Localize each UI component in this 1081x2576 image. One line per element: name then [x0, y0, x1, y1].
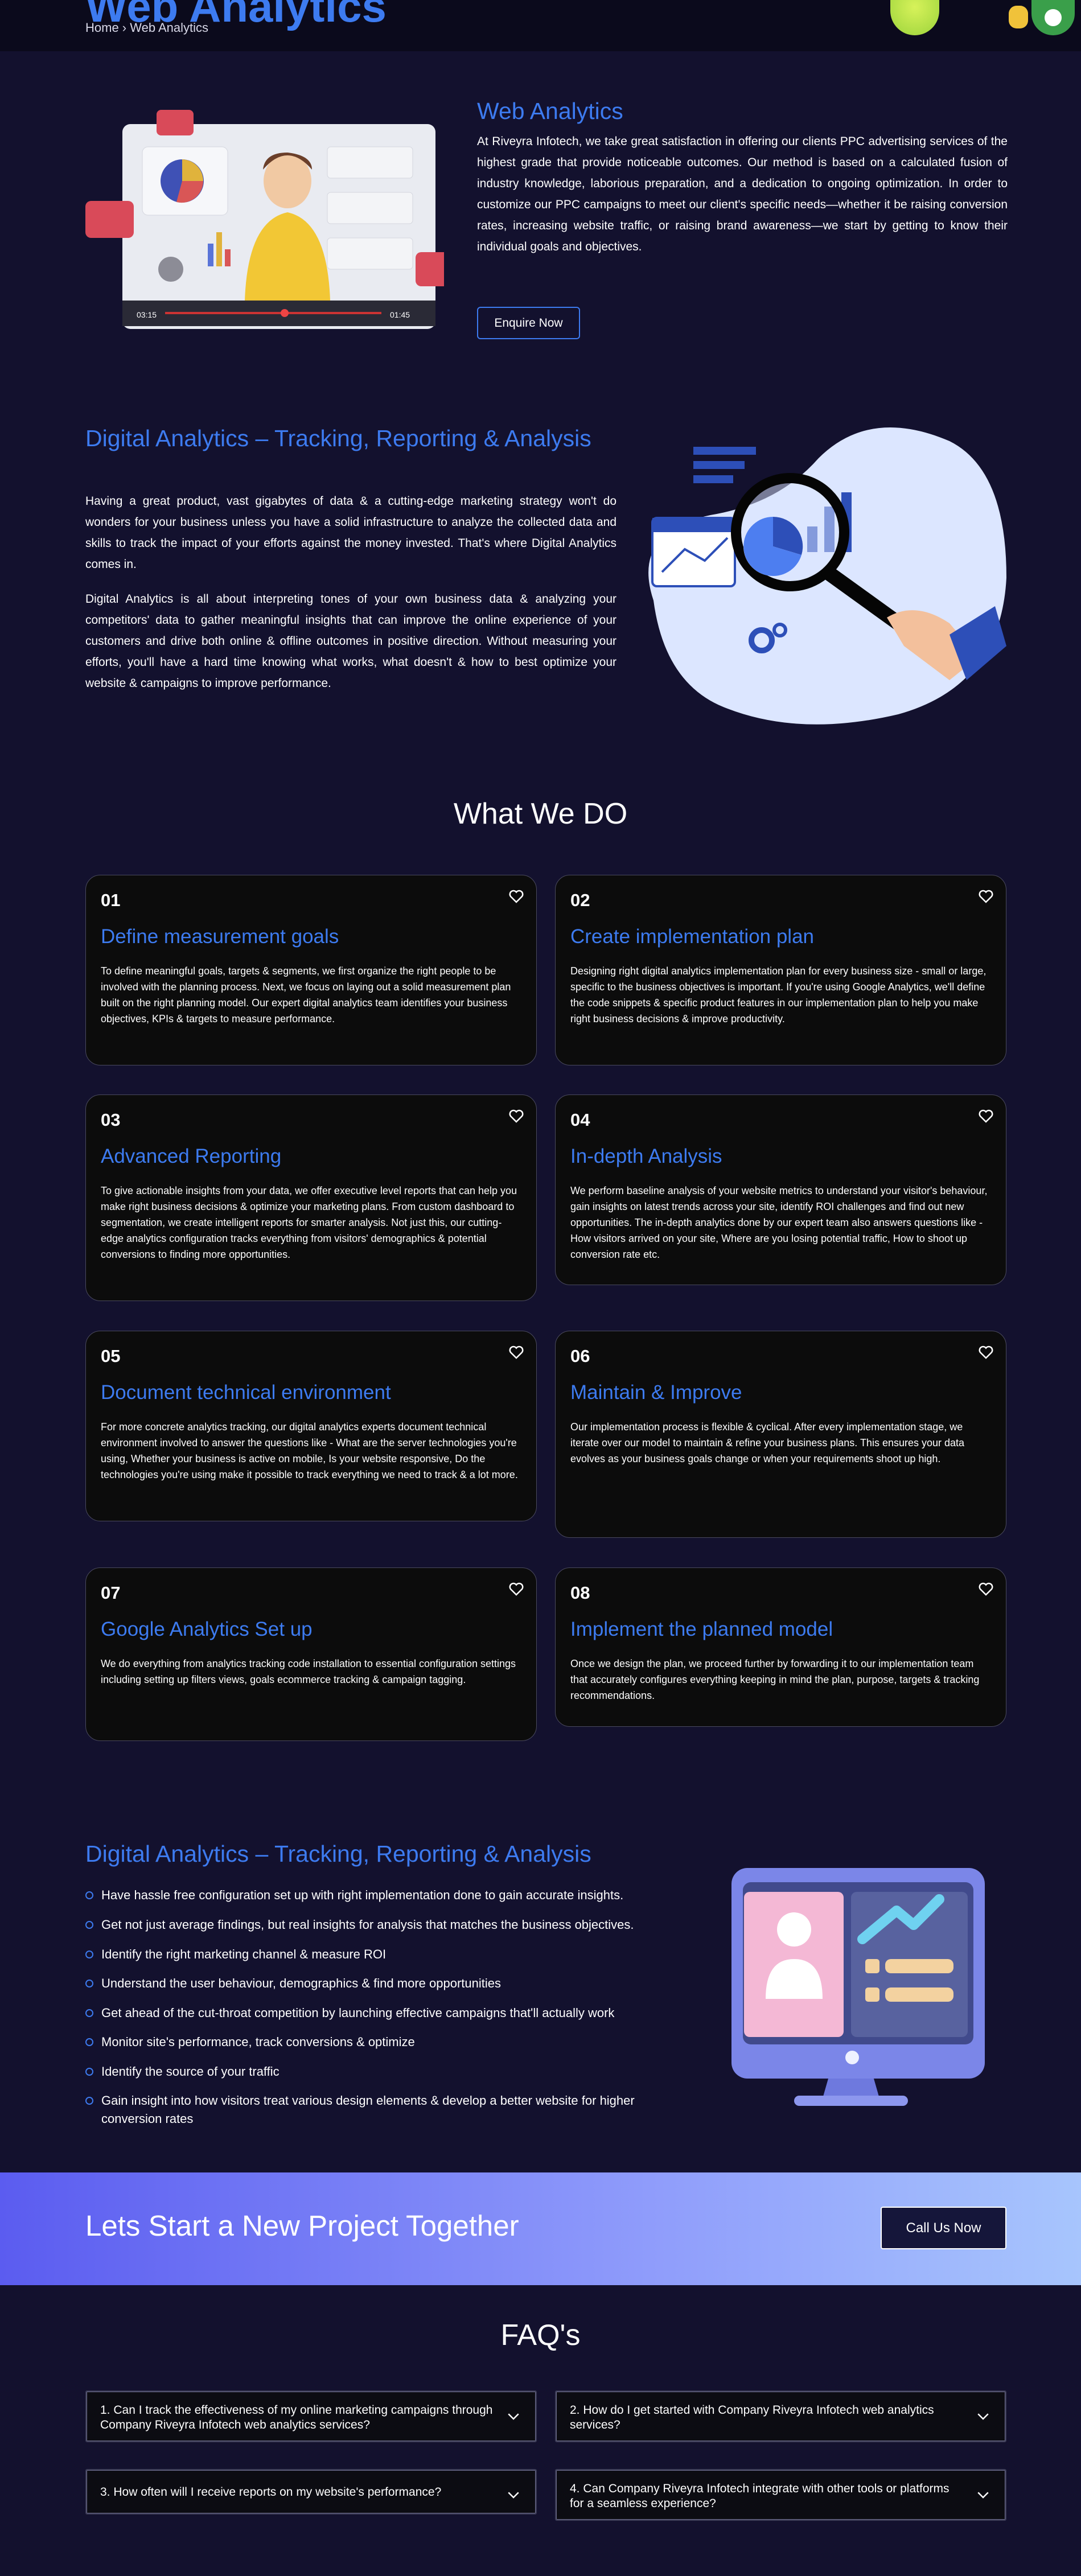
card-number: 05 [101, 1346, 121, 1366]
tracking-para-2: Digital Analytics is all about interpret… [85, 592, 616, 690]
heart-icon[interactable] [508, 888, 525, 905]
service-card: 06 Maintain & Improve Our implementation… [555, 1331, 1006, 1538]
service-card: 05 Document technical environment For mo… [85, 1331, 537, 1521]
heart-icon[interactable] [977, 888, 994, 905]
faq-question: 1. Can I track the effectiveness of my o… [100, 2404, 493, 2431]
card-number: 08 [570, 1583, 590, 1603]
service-card: 08 Implement the planned model Once we d… [555, 1567, 1006, 1727]
bullet-circle-icon [85, 2009, 93, 2017]
intro-heading: Web Analytics [477, 98, 623, 124]
faq-item[interactable]: 3. How often will I receive reports on m… [85, 2469, 537, 2515]
cta-title: Lets Start a New Project Together [85, 2209, 519, 2242]
heart-icon[interactable] [977, 1581, 994, 1598]
bullet-circle-icon [85, 2097, 93, 2105]
bullet-circle-icon [85, 1950, 93, 1958]
card-number: 01 [101, 890, 121, 910]
service-card: 02 Create implementation plan Designing … [555, 875, 1006, 1065]
what-we-do-title: What We DO [453, 797, 628, 830]
heart-icon[interactable] [508, 1344, 525, 1361]
heart-icon[interactable] [977, 1344, 994, 1361]
benefit-item: Get not just average findings, but real … [85, 1916, 689, 1934]
faq-question: 4. Can Company Riveyra Infotech integrat… [570, 2482, 950, 2510]
card-text: Our implementation process is flexible &… [570, 1421, 965, 1464]
card-title: Google Analytics Set up [101, 1618, 313, 1640]
call-us-now-button[interactable]: Call Us Now [881, 2207, 1006, 2249]
video-time-start: 03:15 [137, 310, 157, 319]
enquire-now-button[interactable]: Enquire Now [477, 307, 580, 339]
magnifier-analytics-illustration [648, 427, 1006, 725]
benefits-heading: Digital Analytics – Tracking, Reporting … [85, 1841, 591, 1867]
bullet-circle-icon [85, 1921, 93, 1929]
benefit-item: Understand the user behaviour, demograph… [85, 1974, 689, 1993]
monitor-illustration [731, 1868, 985, 2106]
card-title: Advanced Reporting [101, 1145, 282, 1167]
chevron-down-icon [508, 2413, 519, 2420]
chevron-down-icon [977, 2413, 989, 2420]
card-text: To give actionable insights from your da… [101, 1185, 517, 1260]
tracking-heading: Digital Analytics – Tracking, Reporting … [85, 425, 591, 451]
waving-hand-icon [1009, 6, 1028, 28]
breadcrumb[interactable]: Home › Web Analytics [85, 20, 208, 35]
bullet-circle-icon [85, 1891, 93, 1899]
card-title: Implement the planned model [570, 1618, 833, 1640]
benefit-item: Monitor site's performance, track conver… [85, 2033, 689, 2051]
service-card: 01 Define measurement goals To define me… [85, 875, 537, 1065]
card-text: Designing right digital analytics implem… [570, 965, 987, 1024]
card-number: 03 [101, 1110, 121, 1130]
chevron-down-icon [508, 2492, 519, 2499]
card-text: To define meaningful goals, targets & se… [101, 965, 511, 1024]
card-number: 02 [570, 890, 590, 910]
benefit-item: Identify the right marketing channel & m… [85, 1945, 689, 1964]
card-title: Document technical environment [101, 1381, 391, 1404]
faq-item[interactable]: 1. Can I track the effectiveness of my o… [85, 2390, 537, 2442]
heart-icon[interactable] [508, 1108, 525, 1125]
card-number: 07 [101, 1583, 121, 1603]
faq-question: 3. How often will I receive reports on m… [100, 2486, 442, 2499]
faq-title: FAQ's [500, 2319, 581, 2352]
chevron-down-icon [977, 2492, 989, 2499]
benefit-item: Get ahead of the cut-throat competition … [85, 2004, 689, 2022]
card-number: 06 [570, 1346, 590, 1366]
intro-text: At Riveyra Infotech, we take great satis… [477, 135, 1008, 253]
bullet-circle-icon [85, 2038, 93, 2046]
heart-icon[interactable] [508, 1581, 525, 1598]
service-card: 04 In-depth Analysis We perform baseline… [555, 1094, 1006, 1285]
benefit-item: Have hassle free configuration set up wi… [85, 1886, 689, 1904]
service-card: 07 Google Analytics Set up We do everyth… [85, 1567, 537, 1741]
card-title: Maintain & Improve [570, 1381, 742, 1404]
chat-bubble-icon [1045, 9, 1062, 26]
heart-icon[interactable] [977, 1108, 994, 1125]
benefit-item: Gain insight into how visitors treat var… [85, 2092, 689, 2128]
bullet-circle-icon [85, 1980, 93, 1987]
service-card: 03 Advanced Reporting To give actionable… [85, 1094, 537, 1301]
bullet-circle-icon [85, 2068, 93, 2076]
tracking-para-1: Having a great product, vast gigabytes o… [85, 495, 616, 571]
video-illustration: 03:15 01:45 [85, 110, 444, 329]
card-title: In-depth Analysis [570, 1145, 722, 1167]
benefit-item: Identify the source of your traffic [85, 2063, 689, 2081]
card-title: Create implementation plan [570, 925, 815, 948]
faq-question: 2. How do I get started with Company Riv… [570, 2404, 934, 2431]
faq-item[interactable]: 4. Can Company Riveyra Infotech integrat… [555, 2469, 1006, 2521]
card-text: For more concrete analytics tracking, ou… [101, 1421, 518, 1480]
video-time-end: 01:45 [390, 310, 410, 319]
card-text: We perform baseline analysis of your web… [570, 1185, 988, 1260]
faq-item[interactable]: 2. How do I get started with Company Riv… [555, 2390, 1006, 2442]
card-text: Once we design the plan, we proceed furt… [570, 1658, 980, 1701]
card-number: 04 [570, 1110, 590, 1130]
card-title: Define measurement goals [101, 925, 339, 948]
card-text: We do everything from analytics tracking… [101, 1658, 516, 1685]
